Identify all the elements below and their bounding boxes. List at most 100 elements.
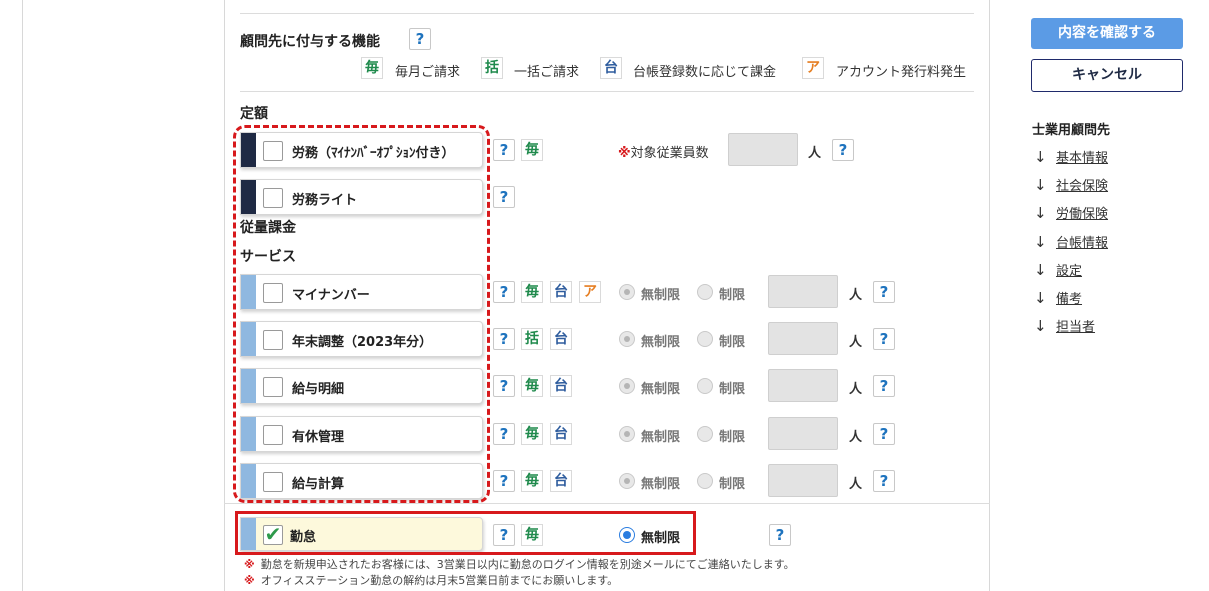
legend-ledger: 台帳登録数に応じて課金 <box>633 65 777 80</box>
required-mark: ※ <box>618 146 631 161</box>
paid-leave-radio-unlimited[interactable] <box>619 426 635 442</box>
employee-count-unit: 人 <box>808 146 822 161</box>
payslip-radio-limited[interactable] <box>697 378 713 394</box>
legend-lump: 一括ご請求 <box>514 65 580 80</box>
sidebar-link-label: 労働保険 <box>1056 207 1109 222</box>
paid-leave-radio-limited[interactable] <box>697 426 713 442</box>
kintai-count-help-button[interactable]: ? <box>769 524 791 546</box>
note-mark: ※ <box>244 574 255 587</box>
yearend-radio-limited[interactable] <box>697 331 713 347</box>
roumu-tag-monthly: 毎 <box>521 139 543 161</box>
sidebar-link-basic[interactable]: ↓ 基本情報 <box>1034 147 1108 166</box>
payroll-radio-unlimited[interactable] <box>619 473 635 489</box>
arrow-down-icon: ↓ <box>1034 233 1047 251</box>
sidebar-link-label: 備考 <box>1056 292 1083 307</box>
payroll-radio-limited[interactable] <box>697 473 713 489</box>
legend-divider <box>240 91 974 92</box>
payslip-radio-limited-label: 制限 <box>719 382 746 397</box>
left-divider <box>22 0 23 591</box>
yearend-count-help-button[interactable]: ? <box>873 328 895 350</box>
mynumber-radio-unlimited[interactable] <box>619 284 635 300</box>
yearend-unit: 人 <box>849 335 863 350</box>
sidebar-link-label: 社会保険 <box>1056 179 1109 194</box>
highlight-solid-box <box>235 511 696 555</box>
yearend-tag-2: 台 <box>550 328 572 350</box>
payroll-unit: 人 <box>849 477 863 492</box>
sidebar-link-label: 基本情報 <box>1056 151 1109 166</box>
tag-monthly-icon: 毎 <box>361 57 383 79</box>
paid-leave-count-help-button[interactable]: ? <box>873 423 895 445</box>
sidebar-title: 士業用顧問先 <box>1032 123 1111 138</box>
mynumber-radio-limited[interactable] <box>697 284 713 300</box>
paid-leave-radio-limited-label: 制限 <box>719 430 746 445</box>
section-fixed: 定額 <box>240 106 268 122</box>
employee-count-input[interactable] <box>728 133 798 166</box>
payslip-tag-1: 毎 <box>521 375 543 397</box>
tag-ledger-icon: 台 <box>600 57 622 79</box>
note-text: オフィスステーション勤怠の解約は月末5営業日前までにお願いします。 <box>260 574 619 587</box>
sidebar-link-staff[interactable]: ↓ 担当者 <box>1034 316 1095 335</box>
legend-account: アカウント発行料発生 <box>836 65 967 80</box>
yearend-count-input[interactable] <box>768 322 838 355</box>
yearend-radio-unlimited-label: 無制限 <box>641 335 681 350</box>
payslip-radio-unlimited-label: 無制限 <box>641 382 681 397</box>
tag-lump-icon: 括 <box>481 57 503 79</box>
mynumber-unit: 人 <box>849 288 863 303</box>
yearend-help-button[interactable]: ? <box>493 328 515 350</box>
roumu-help-button[interactable]: ? <box>493 139 515 161</box>
top-divider <box>240 13 974 14</box>
features-title: 顧問先に付与する機能 <box>240 34 380 50</box>
payslip-radio-unlimited[interactable] <box>619 378 635 394</box>
legend-monthly: 毎月ご請求 <box>395 65 461 80</box>
paid-leave-help-button[interactable]: ? <box>493 423 515 445</box>
arrow-down-icon: ↓ <box>1034 176 1047 194</box>
note-kintai-cancel: ※ オフィスステーション勤怠の解約は月末5営業日前までにお願いします。 <box>244 572 618 588</box>
mynumber-count-input[interactable] <box>768 275 838 308</box>
payslip-help-button[interactable]: ? <box>493 375 515 397</box>
payroll-tag-2: 台 <box>550 470 572 492</box>
payroll-radio-limited-label: 制限 <box>719 477 746 492</box>
mynumber-tag-1: 毎 <box>521 281 543 303</box>
sidebar-link-remarks[interactable]: ↓ 備考 <box>1034 288 1082 307</box>
paid-leave-tag-2: 台 <box>550 423 572 445</box>
cancel-button[interactable]: キャンセル <box>1031 59 1183 92</box>
paid-leave-unit: 人 <box>849 430 863 445</box>
arrow-down-icon: ↓ <box>1034 289 1047 307</box>
roumu-light-help-button[interactable]: ? <box>493 186 515 208</box>
arrow-down-icon: ↓ <box>1034 261 1047 279</box>
employee-count-label: ※対象従業員数 <box>618 142 709 161</box>
sidebar-link-social[interactable]: ↓ 社会保険 <box>1034 175 1108 194</box>
service-divider <box>224 503 990 504</box>
payroll-count-input[interactable] <box>768 464 838 497</box>
sidebar-link-label: 台帳情報 <box>1056 236 1109 251</box>
payslip-unit: 人 <box>849 382 863 397</box>
mynumber-tag-3: ア <box>579 281 601 303</box>
mynumber-tag-2: 台 <box>550 281 572 303</box>
sidebar-link-ledger[interactable]: ↓ 台帳情報 <box>1034 232 1108 251</box>
arrow-down-icon: ↓ <box>1034 317 1047 335</box>
sidebar-link-labor[interactable]: ↓ 労働保険 <box>1034 203 1108 222</box>
highlight-dashed-box <box>233 125 490 503</box>
payroll-help-button[interactable]: ? <box>493 470 515 492</box>
employee-count-text: 対象従業員数 <box>630 146 709 161</box>
employee-count-help-button[interactable]: ? <box>832 139 854 161</box>
note-text: 勤怠を新規申込されたお客様には、3営業日以内に勤怠のログイン情報を別途メールにて… <box>260 558 795 571</box>
paid-leave-count-input[interactable] <box>768 417 838 450</box>
note-kintai-login: ※ 勤怠を新規申込されたお客様には、3営業日以内に勤怠のログイン情報を別途メールに… <box>244 556 795 572</box>
paid-leave-radio-unlimited-label: 無制限 <box>641 430 681 445</box>
confirm-button[interactable]: 内容を確認する <box>1031 18 1183 49</box>
tag-account-icon: ア <box>802 57 824 79</box>
sidebar-link-settings[interactable]: ↓ 設定 <box>1034 260 1082 279</box>
yearend-radio-unlimited[interactable] <box>619 331 635 347</box>
mynumber-radio-limited-label: 制限 <box>719 288 746 303</box>
mynumber-count-help-button[interactable]: ? <box>873 281 895 303</box>
features-help-button[interactable]: ? <box>409 28 431 50</box>
yearend-radio-limited-label: 制限 <box>719 335 746 350</box>
payroll-count-help-button[interactable]: ? <box>873 470 895 492</box>
payroll-tag-1: 毎 <box>521 470 543 492</box>
mynumber-help-button[interactable]: ? <box>493 281 515 303</box>
payslip-count-input[interactable] <box>768 369 838 402</box>
payslip-count-help-button[interactable]: ? <box>873 375 895 397</box>
payroll-radio-unlimited-label: 無制限 <box>641 477 681 492</box>
mynumber-radio-unlimited-label: 無制限 <box>641 288 681 303</box>
